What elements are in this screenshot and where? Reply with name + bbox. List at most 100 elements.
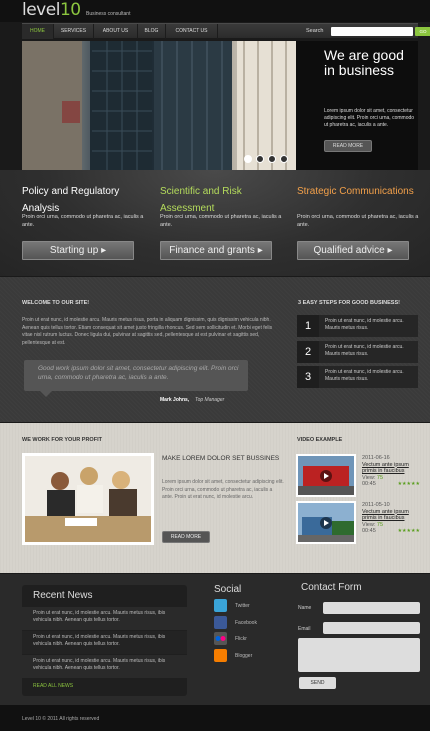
video-thumbnail[interactable] [296,501,356,544]
work-heading: WE WORK FOR YOUR PROFIT [22,437,102,443]
name-field[interactable] [323,602,420,614]
work-title: MAKE LOREM DOLOR SET BUSSINES [162,455,280,462]
nav-item-home[interactable]: HOME [22,24,54,39]
slider-dot-1[interactable] [244,155,252,163]
slider-dot-2[interactable] [256,155,264,163]
hero-text: Lorem ipsum dolor sit amet, consectetur … [324,108,415,128]
video-thumbnail[interactable] [296,454,356,497]
news-item[interactable]: Proin ut erat nunc, id molestie arcu. Ma… [22,607,187,630]
video-title-link[interactable]: Vectum ante ipsum primis in faucibus [362,509,420,522]
starting-up-button[interactable]: Starting up ▸ [22,241,134,260]
video-duration-row: 00:45 ★★★★★ [362,481,420,488]
hero-read-more-button[interactable]: READ MORE [324,140,372,152]
step-item: 2 Proin ut erat nunc, id molestie arcu. … [297,341,418,363]
testimonial-author: Mark Johns, [160,397,190,403]
news-item[interactable]: Proin ut erat nunc, id molestie arcu. Ma… [22,655,187,678]
facebook-link[interactable]: Facebook [235,620,257,626]
logo-text: level [22,0,60,20]
step-number: 2 [297,341,319,363]
news-item[interactable]: Proin ut erat nunc, id molestie arcu. Ma… [22,631,187,654]
nav-item-blog[interactable]: BLOG [138,24,166,39]
feature-text-policy: Proin orci urna, commodo ut pharetra ac,… [22,214,144,228]
message-field[interactable] [298,638,420,672]
testimonial-tail [40,391,52,397]
welcome-heading: WELCOME TO OUR SITE! [22,300,90,306]
step-number: 3 [297,366,319,388]
recent-news-heading: Recent News [33,590,93,601]
name-label: Name [298,605,312,611]
contact-form-heading: Contact Form [301,582,362,593]
qualified-advice-label: Qualified advice [313,245,385,256]
step-item: 1 Proin ut erat nunc, id molestie arcu. … [297,315,418,337]
search-label: Search [306,28,324,34]
step-item: 3 Proin ut erat nunc, id molestie arcu. … [297,366,418,388]
arrow-right-icon: ▸ [257,245,263,256]
step-text: Proin ut erat nunc, id molestie arcu. Ma… [325,369,404,382]
twitter-icon[interactable] [214,599,227,612]
step-text: Proin ut erat nunc, id molestie arcu. Ma… [325,318,404,331]
video-duration: 00:45 [362,528,376,534]
slider-dot-4[interactable] [280,155,288,163]
meeting-illustration [25,456,151,542]
finance-grants-button[interactable]: Finance and grants ▸ [160,241,272,260]
views-count: 75 [376,521,384,528]
rating-stars-icon: ★★★★★ [397,481,420,487]
testimonial-role: Top Manager [195,397,225,403]
rating-stars-icon: ★★★★★ [397,528,420,534]
video-frame [298,503,354,542]
feature-title-scientific: Scientific and Risk Assessment [160,186,242,214]
video-duration: 00:45 [362,481,376,487]
business-meeting-photo [22,453,154,545]
step-text: Proin ut erat nunc, id molestie arcu. Ma… [325,344,404,357]
qualified-advice-button[interactable]: Qualified advice ▸ [297,241,409,260]
logo-number: 10 [59,0,81,20]
social-heading: Social [214,584,242,595]
nav-item-about-us[interactable]: ABOUT US [94,24,138,39]
arrow-right-icon: ▸ [387,245,393,256]
starting-up-label: Starting up [49,245,99,256]
search-go-button[interactable]: GO [415,27,430,36]
welcome-text: Proin ut erat nunc, id molestie arcu. Ma… [22,317,273,346]
views-label: View: [362,521,376,528]
nav-item-services[interactable]: SERVICES [54,24,94,39]
video-frame [298,456,354,495]
arrow-right-icon: ▸ [101,245,107,256]
office-buildings-photo [22,41,296,170]
steps-heading: 3 EASY STEPS FOR GOOD BUSINESS! [298,300,400,306]
email-label: Email [298,626,311,632]
blogger-icon[interactable] [214,649,227,662]
copyright-text: Level 10 © 2011 All rights reserved [22,716,100,722]
slider-dot-3[interactable] [268,155,276,163]
hero-title: We are good in business [324,47,404,78]
finance-grants-label: Finance and grants [169,245,255,256]
flickr-icon[interactable] [214,632,227,645]
email-field[interactable] [323,622,420,634]
nav-item-contact-us[interactable]: CONTACT US [166,24,218,39]
feature-text-scientific: Proin orci urna, commodo ut pharetra ac,… [160,214,282,228]
feature-title-strategic: Strategic Communications [297,186,414,197]
twitter-link[interactable]: Twitter [235,603,250,609]
read-all-news-link[interactable]: READ ALL NEWS [33,683,73,689]
testimonial-text: Good work ipsum dolor sit amet, consecte… [38,365,239,381]
work-read-more-button[interactable]: READ MORE [162,531,210,543]
hero-image [22,41,296,170]
work-text: Lorem ipsum dolor sit amet, consectetur … [162,479,284,500]
facebook-icon[interactable] [214,616,227,629]
video-title-link[interactable]: Vectum ante ipsum primis in faucibus [362,462,420,475]
views-count: 75 [376,474,384,481]
step-number: 1 [297,315,319,337]
search-input[interactable] [331,27,413,36]
video-info: 2011-06-16 Vectum ante ipsum primis in f… [362,455,420,488]
video-duration-row: 00:45 ★★★★★ [362,528,420,535]
video-heading: VIDEO EXAMPLE [297,437,343,443]
views-label: View: [362,474,376,481]
site-tagline: Business consultant [86,11,131,17]
site-logo[interactable]: level10 [22,0,81,20]
feature-title-policy: Policy and Regulatory Analysis [22,186,120,214]
main-nav: HOME SERVICES ABOUT US BLOG CONTACT US S… [22,23,430,39]
blogger-link[interactable]: Blogger [235,653,252,659]
flickr-link[interactable]: Flickr [235,636,247,642]
send-button[interactable]: SEND [299,677,336,689]
feature-text-strategic: Proin orci urna, commodo ut pharetra ac,… [297,214,419,228]
video-info: 2011-05-10 Vectum ante ipsum primis in f… [362,502,420,535]
